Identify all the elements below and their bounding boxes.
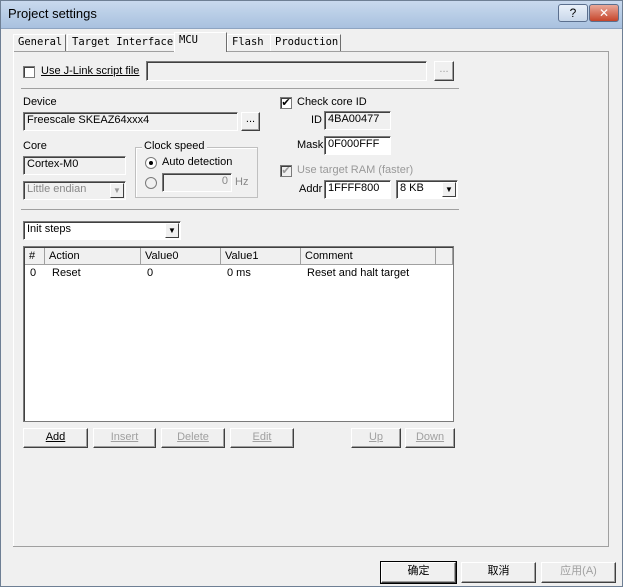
close-icon: ✕ [598, 6, 610, 20]
tab-panel-right-border [608, 51, 609, 546]
clock-speed-field[interactable]: 0 [162, 173, 232, 192]
core-id-label: ID [311, 114, 322, 126]
title-bar[interactable]: Project settings ? ✕ [1, 1, 622, 29]
tab-panel-top-border [13, 51, 609, 52]
ram-size-value: 8 KB [400, 182, 424, 194]
use-target-ram-checkbox[interactable]: ✔ [280, 165, 292, 177]
endian-value: Little endian [27, 183, 87, 195]
ok-button[interactable]: 确定 [380, 561, 457, 584]
tab-mcu[interactable]: MCU [174, 32, 227, 52]
apply-button[interactable]: 应用(A) [541, 562, 616, 583]
help-icon: ? [569, 6, 577, 20]
row-value0: 0 [147, 267, 154, 279]
column-header-action[interactable]: Action [45, 248, 141, 265]
window-title: Project settings [8, 6, 97, 21]
delete-step-button[interactable]: Delete [161, 428, 225, 448]
steps-selector-dropdown[interactable]: Init steps ▼ [23, 221, 181, 240]
edit-step-label: Edit [252, 431, 272, 443]
device-field[interactable]: Freescale SKEAZ64xxx4 [23, 112, 238, 131]
cancel-button[interactable]: 取消 [461, 562, 536, 583]
move-down-button[interactable]: Down [405, 428, 455, 448]
auto-detection-radio[interactable] [145, 157, 157, 169]
check-core-id-checkbox[interactable]: ✔ [280, 97, 292, 109]
clock-speed-group-title: Clock speed [142, 140, 207, 152]
column-header-filler [436, 248, 453, 265]
insert-step-button[interactable]: Insert [93, 428, 156, 448]
tab-target-interface[interactable]: Target Interface [67, 34, 184, 51]
use-jlink-script-checkbox[interactable] [23, 66, 35, 78]
project-settings-window: Project settings ? ✕ General Target Inte… [0, 0, 623, 587]
jlink-script-path-field[interactable] [146, 61, 427, 81]
steps-table[interactable]: # Action Value0 Value1 Comment 0 Reset 0… [23, 246, 454, 422]
row-action: Reset [52, 267, 81, 279]
close-button[interactable]: ✕ [589, 4, 619, 22]
separator-top [21, 88, 459, 89]
move-up-label: Up [368, 431, 384, 443]
clock-speed-unit: Hz [235, 176, 249, 188]
mask-field[interactable]: 0F000FFF [324, 136, 391, 155]
edit-step-button[interactable]: Edit [230, 428, 294, 448]
core-field[interactable]: Cortex-M0 [23, 156, 126, 175]
check-core-id-label: Check core ID [297, 96, 367, 108]
use-jlink-script-label: Use J-Link script file [41, 65, 140, 77]
endian-dropdown[interactable]: Little endian ▼ [23, 181, 126, 200]
device-label: Device [23, 96, 57, 108]
add-step-label: Add [45, 431, 66, 443]
tab-production[interactable]: Production [270, 34, 341, 51]
column-header-number[interactable]: # [25, 248, 45, 265]
separator-middle [21, 209, 459, 210]
add-step-button[interactable]: Add [23, 428, 88, 448]
manual-clock-radio[interactable] [145, 177, 157, 189]
insert-step-label: Insert [110, 431, 139, 443]
jlink-script-browse-button[interactable]: ... [434, 61, 454, 81]
checkmark-icon: ✔ [281, 97, 291, 109]
ram-addr-field[interactable]: 1FFFF800 [324, 180, 391, 199]
chevron-down-icon: ▼ [110, 183, 124, 198]
delete-step-label: Delete [177, 431, 209, 443]
chevron-down-icon: ▼ [165, 223, 179, 238]
ram-size-dropdown[interactable]: 8 KB ▼ [396, 180, 458, 199]
core-label: Core [23, 140, 47, 152]
move-up-button[interactable]: Up [351, 428, 401, 448]
tab-panel-bottom-border [13, 546, 609, 547]
use-target-ram-label: Use target RAM (faster) [297, 164, 414, 176]
column-header-comment[interactable]: Comment [301, 248, 436, 265]
column-header-value1[interactable]: Value1 [221, 248, 301, 265]
steps-selector-value: Init steps [27, 223, 72, 235]
tab-general[interactable]: General [13, 34, 66, 51]
row-value1: 0 ms [227, 267, 251, 279]
column-header-value0[interactable]: Value0 [141, 248, 221, 265]
row-number: 0 [30, 267, 37, 279]
tab-panel-left-border [13, 51, 14, 546]
checkmark-icon: ✔ [281, 165, 291, 177]
tab-flash[interactable]: Flash [227, 34, 276, 51]
chevron-down-icon: ▼ [442, 182, 456, 197]
mask-label: Mask [297, 139, 324, 151]
move-down-label: Down [415, 431, 445, 443]
row-comment: Reset and halt target [307, 267, 410, 279]
device-browse-button[interactable]: ... [241, 112, 260, 131]
auto-detection-label: Auto detection [162, 156, 233, 168]
help-button[interactable]: ? [558, 4, 588, 22]
core-id-field[interactable]: 4BA00477 [324, 111, 391, 130]
addr-label: Addr [299, 183, 323, 195]
